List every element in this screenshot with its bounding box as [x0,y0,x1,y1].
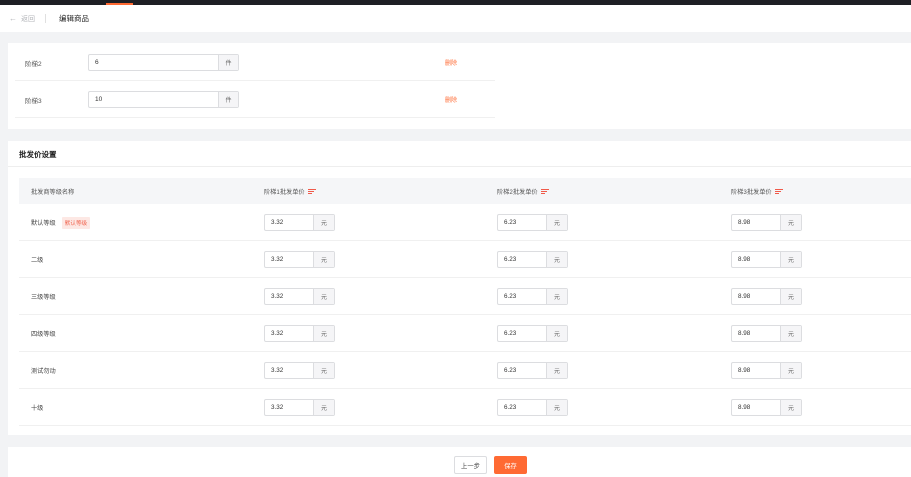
column-header-tier3-price: 阶梯3批发单价 [731,178,783,204]
tier3-price-input[interactable]: 8.98 元 [731,362,802,379]
default-level-badge: 默认等级 [61,216,91,229]
batch-fill-icon[interactable] [774,188,783,195]
column-header-level-name: 批发商等级名称 [31,188,75,196]
tier2-price-input[interactable]: 6.23 元 [497,214,568,231]
wholesale-price-card: 批发价设置 批发商等级名称 阶梯1批发单价 阶梯2批发单价 阶梯3批发单价 默认… [8,141,911,435]
tier3-price-input[interactable]: 8.98 元 [731,214,802,231]
tier1-price-input[interactable]: 3.32 元 [264,362,335,379]
save-button[interactable]: 保存 [494,456,527,474]
section-divider [8,166,911,167]
action-footer: 上一步 保存 [8,447,911,477]
tier-row: 阶梯2 6 件 删除 [15,45,495,81]
tier1-price-input[interactable]: 3.32 元 [264,214,335,231]
table-row: 默认等级 默认等级 3.32 元 6.23 元 8.98 元 [19,204,911,241]
back-label: 返回 [21,15,35,23]
delete-tier-button[interactable]: 删除 [445,95,457,104]
tier3-price-input[interactable]: 8.98 元 [731,325,802,342]
table-row: 三级等级 3.32 元 6.23 元 8.98 元 [19,278,911,315]
tier2-price-input[interactable]: 6.23 元 [497,288,568,305]
level-name: 二级 [31,257,44,264]
header-divider [45,14,46,23]
tier3-price-input[interactable]: 8.98 元 [731,251,802,268]
tier-quantity-value[interactable]: 6 [89,55,218,70]
tier-label: 阶梯2 [25,60,42,68]
level-name: 默认等级 默认等级 [31,204,91,241]
table-row: 测试勿动 3.32 元 6.23 元 8.98 元 [19,352,911,389]
column-header-tier1-price: 阶梯1批发单价 [264,178,316,204]
batch-fill-icon[interactable] [540,188,549,195]
level-name: 十级 [31,405,44,412]
back-link[interactable]: ← 返回 [9,14,35,24]
tier3-price-input[interactable]: 8.98 元 [731,288,802,305]
arrow-left-icon: ← [9,13,17,23]
tier1-price-input[interactable]: 3.32 元 [264,251,335,268]
table-row: 十级 3.32 元 6.23 元 8.98 元 [19,389,911,426]
level-name: 测试勿动 [31,368,56,375]
tier-quantity-input[interactable]: 10 件 [88,91,239,108]
level-name: 三级等级 [31,294,56,301]
tier-unit: 件 [218,92,238,107]
table-row: 二级 3.32 元 6.23 元 8.98 元 [19,241,911,278]
tier-row: 阶梯3 10 件 删除 [15,82,495,118]
tier2-price-input[interactable]: 6.23 元 [497,251,568,268]
delete-tier-button[interactable]: 删除 [445,58,457,67]
tier-unit: 件 [218,55,238,70]
table-header: 批发商等级名称 阶梯1批发单价 阶梯2批发单价 阶梯3批发单价 [19,178,911,204]
tier3-price-input[interactable]: 8.98 元 [731,399,802,416]
batch-fill-icon[interactable] [307,188,316,195]
tier-settings-card: 阶梯2 6 件 删除 阶梯3 10 件 删除 [8,43,911,129]
column-header-tier2-price: 阶梯2批发单价 [497,178,549,204]
tier2-price-input[interactable]: 6.23 元 [497,325,568,342]
tier2-price-input[interactable]: 6.23 元 [497,362,568,379]
tier2-price-input[interactable]: 6.23 元 [497,399,568,416]
tier-quantity-value[interactable]: 10 [89,92,218,107]
tier1-price-input[interactable]: 3.32 元 [264,325,335,342]
page-header: ← 返回 编辑商品 [0,5,911,32]
tier-quantity-input[interactable]: 6 件 [88,54,239,71]
tier1-price-input[interactable]: 3.32 元 [264,288,335,305]
tier-label: 阶梯3 [25,97,42,105]
section-title: 批发价设置 [19,150,57,159]
table-row: 四级等级 3.32 元 6.23 元 8.98 元 [19,315,911,352]
level-name: 四级等级 [31,331,56,338]
tier1-price-input[interactable]: 3.32 元 [264,399,335,416]
previous-step-button[interactable]: 上一步 [454,456,487,474]
page-title: 编辑商品 [59,14,89,23]
